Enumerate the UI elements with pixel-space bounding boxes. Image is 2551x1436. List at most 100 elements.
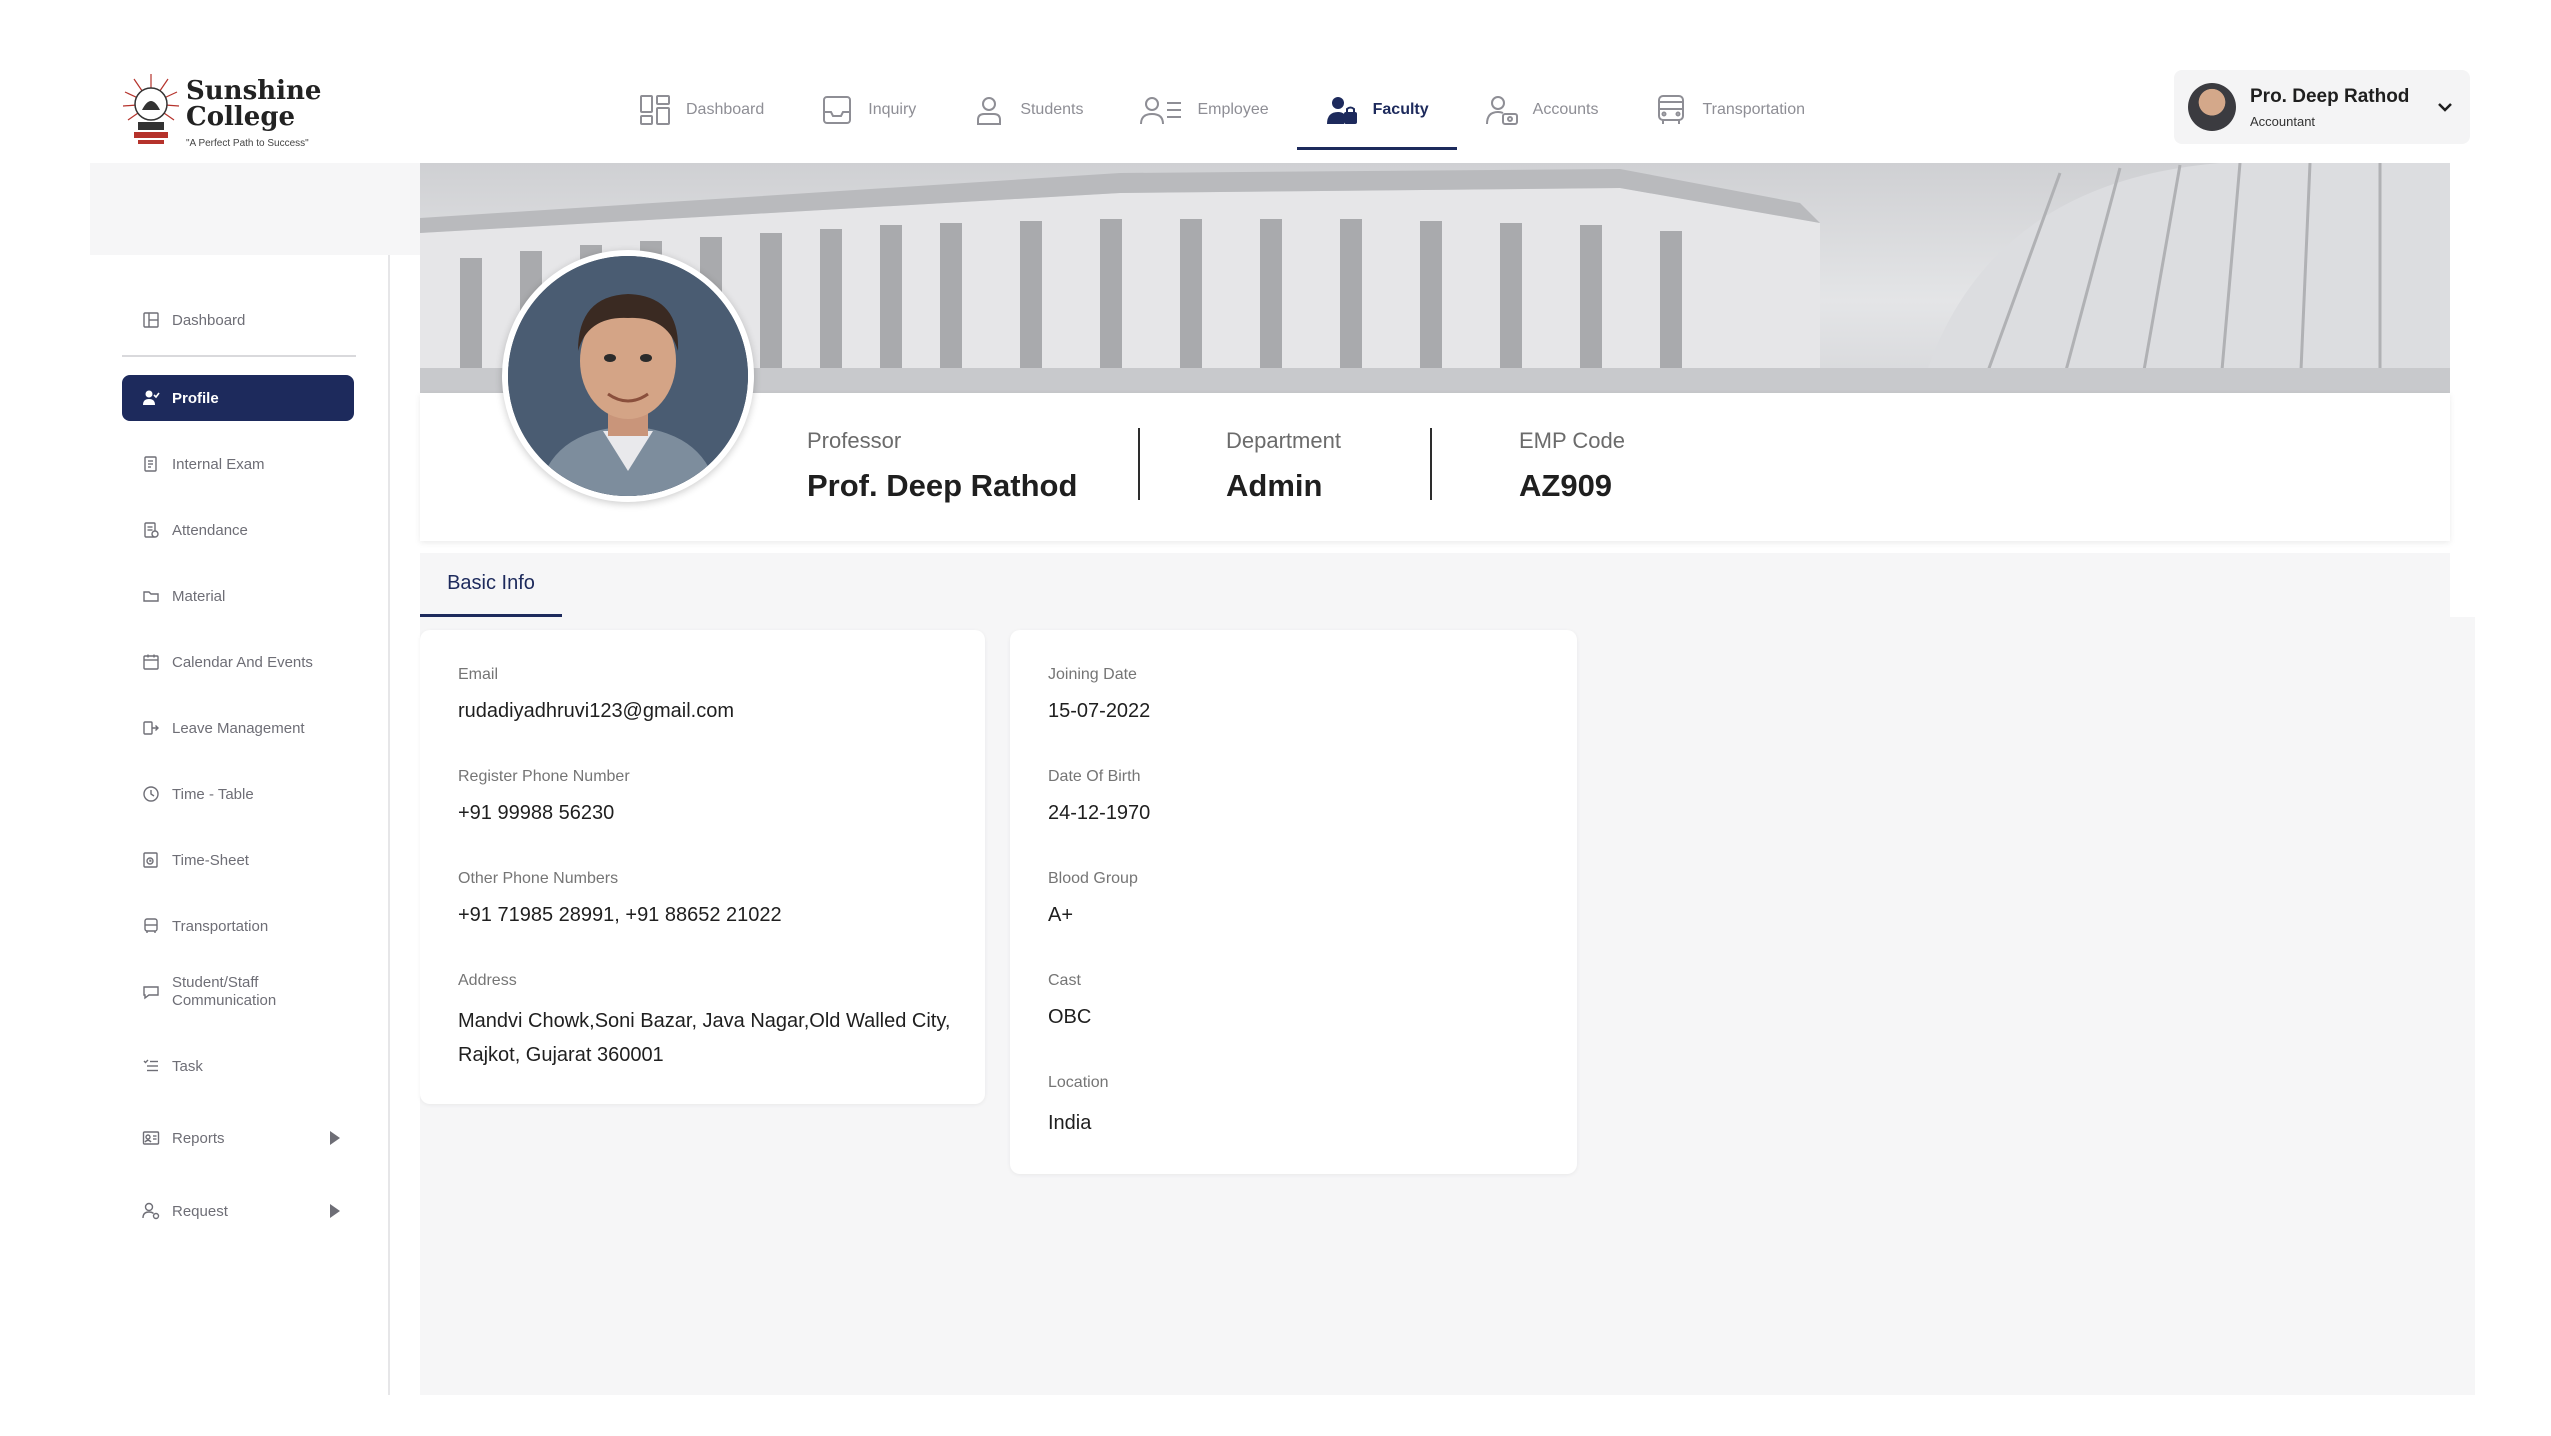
caret-right-icon[interactable] [330,1204,340,1218]
designation-label: Professor [807,428,902,453]
other-phone-label: Other Phone Numbers [458,870,619,887]
sidebar-item-leave-management[interactable]: Leave Management [122,705,354,751]
dashboard-icon [143,312,159,328]
attendance-icon [144,522,159,538]
sidebar-item-label: Request [172,1202,228,1220]
sidebar-item-label: Material [172,587,226,605]
sidebar-item-task[interactable]: Task [122,1043,354,1089]
department-label: Department [1226,428,1341,453]
dob-label: Date Of Birth [1048,768,1141,785]
nav-employee[interactable]: Employee [1111,70,1296,150]
calendar-icon [143,654,159,670]
leave-icon [143,721,159,735]
nav-transportation[interactable]: Transportation [1626,70,1833,150]
sidebar-item-label: Time-Sheet [172,851,249,869]
emp-code-value: AZ909 [1519,468,1613,503]
divider [1430,428,1432,500]
phone-value: +91 99988 56230 [458,802,615,824]
faculty-icon [1326,97,1357,124]
sidebar-item-label: Profile [172,389,219,407]
emp-code-block: EMP Code AZ909 [1519,428,1625,504]
nav-faculty[interactable]: Faculty [1296,70,1457,150]
task-icon [143,1059,158,1072]
sidebar-item-label: Task [172,1057,203,1075]
email-value: rudadiyadhruvi123@gmail.com [458,700,734,722]
sidebar-item-transportation[interactable]: Transportation [122,903,354,949]
joining-date-field: Joining Date 15-07-2022 [1048,666,1150,728]
sidebar-item-reports[interactable]: Reports [122,1115,354,1161]
nav-students[interactable]: Students [944,70,1111,150]
user-name: Pro. Deep Rathod [2250,85,2410,107]
top-bar: Sunshine College "A Perfect Path to Succ… [90,60,2470,160]
caret-right-icon[interactable] [330,1131,340,1145]
sidebar-item-label: Student/Staff Communication [172,974,276,1010]
bus-icon [1658,95,1685,124]
nav-dashboard[interactable]: Dashboard [610,70,792,150]
sidebar-item-label-line2: Communication [172,992,277,1009]
student-icon [977,97,1002,125]
sidebar-item-material[interactable]: Material [122,573,354,619]
cast-label: Cast [1048,972,1081,989]
chevron-down-icon[interactable] [2434,96,2456,118]
designation-block: Professor Prof. Deep Rathod [807,428,1077,504]
app-window: Sunshine College "A Perfect Path to Succ… [0,0,2551,1436]
sidebar-item-time-sheet[interactable]: Time-Sheet [122,837,354,883]
sidebar-header-panel [90,163,420,255]
sidebar-item-profile[interactable]: Profile [122,375,354,421]
cast-field: Cast OBC [1048,972,1091,1034]
user-menu[interactable]: Pro. Deep Rathod Accountant [2174,70,2470,144]
sidebar-item-label: Attendance [172,521,248,539]
sidebar-item-internal-exam[interactable]: Internal Exam [122,441,354,487]
sidebar-item-communication[interactable]: Student/Staff Communication [122,962,354,1022]
sidebar-item-request[interactable]: Request [122,1188,354,1234]
contact-info-card: Email rudadiyadhruvi123@gmail.com Regist… [420,630,985,1104]
email-field: Email rudadiyadhruvi123@gmail.com [458,666,734,728]
dob-field: Date Of Birth 24-12-1970 [1048,768,1150,830]
nav-inquiry[interactable]: Inquiry [792,70,944,150]
tab-basic-info[interactable]: Basic Info [420,553,562,617]
sidebar-item-attendance[interactable]: Attendance [122,507,354,553]
address-line2: Rajkot, Gujarat 360001 [458,1044,664,1066]
sidebar-item-label: Dashboard [172,311,246,329]
user-check-icon [143,390,160,405]
college-name: Sunshine College [186,78,321,132]
dob-value: 24-12-1970 [1048,802,1151,824]
personal-info-card: Joining Date 15-07-2022 Date Of Birth 24… [1010,630,1577,1174]
faculty-name: Prof. Deep Rathod [807,468,1078,503]
college-logo[interactable]: Sunshine College "A Perfect Path to Succ… [120,70,321,150]
folder-icon [143,591,159,602]
request-icon [142,1202,160,1220]
sidebar-item-time-table[interactable]: Time - Table [122,771,354,817]
location-value: India [1048,1112,1092,1134]
tab-bar: Basic Info [420,553,2450,617]
other-phone-field: Other Phone Numbers +91 71985 28991, +91… [458,870,782,932]
blood-group-value: A+ [1048,904,1074,926]
phone-field: Register Phone Number +91 99988 56230 [458,768,630,830]
address-value: Mandvi Chowk,Soni Bazar, Java Nagar,Old … [458,1004,950,1072]
profile-person-image [508,256,748,496]
exam-icon [144,456,157,472]
sidebar-item-label-line1: Student/Staff [172,974,259,991]
clock-icon [143,786,159,802]
nav-accounts[interactable]: Accounts [1457,70,1627,150]
user-info: Pro. Deep Rathod Accountant [2250,86,2434,129]
sidebar-item-label: Transportation [172,917,269,935]
dashboard-icon [640,95,670,125]
sidebar-item-calendar[interactable]: Calendar And Events [122,639,354,685]
divider [1138,428,1140,500]
nav-employee-label: Employee [1197,101,1269,118]
sidebar-item-label: Internal Exam [172,455,265,473]
address-line1: Mandvi Chowk,Soni Bazar, Java Nagar,Old … [458,1010,951,1032]
blood-group-field: Blood Group A+ [1048,870,1138,932]
address-field: Address Mandvi Chowk,Soni Bazar, Java Na… [458,972,950,1072]
college-name-line2: College [186,102,296,132]
nav-transportation-label: Transportation [1702,101,1806,118]
nav-accounts-label: Accounts [1532,101,1599,118]
sidebar-item-dashboard[interactable]: Dashboard [122,297,354,343]
college-emblem-icon [122,74,180,144]
joining-date-label: Joining Date [1048,666,1137,683]
email-label: Email [458,666,499,683]
sidebar-item-label: Leave Management [172,719,305,737]
other-phone-value: +91 71985 28991, +91 88652 21022 [458,904,782,926]
cast-value: OBC [1048,1006,1092,1028]
